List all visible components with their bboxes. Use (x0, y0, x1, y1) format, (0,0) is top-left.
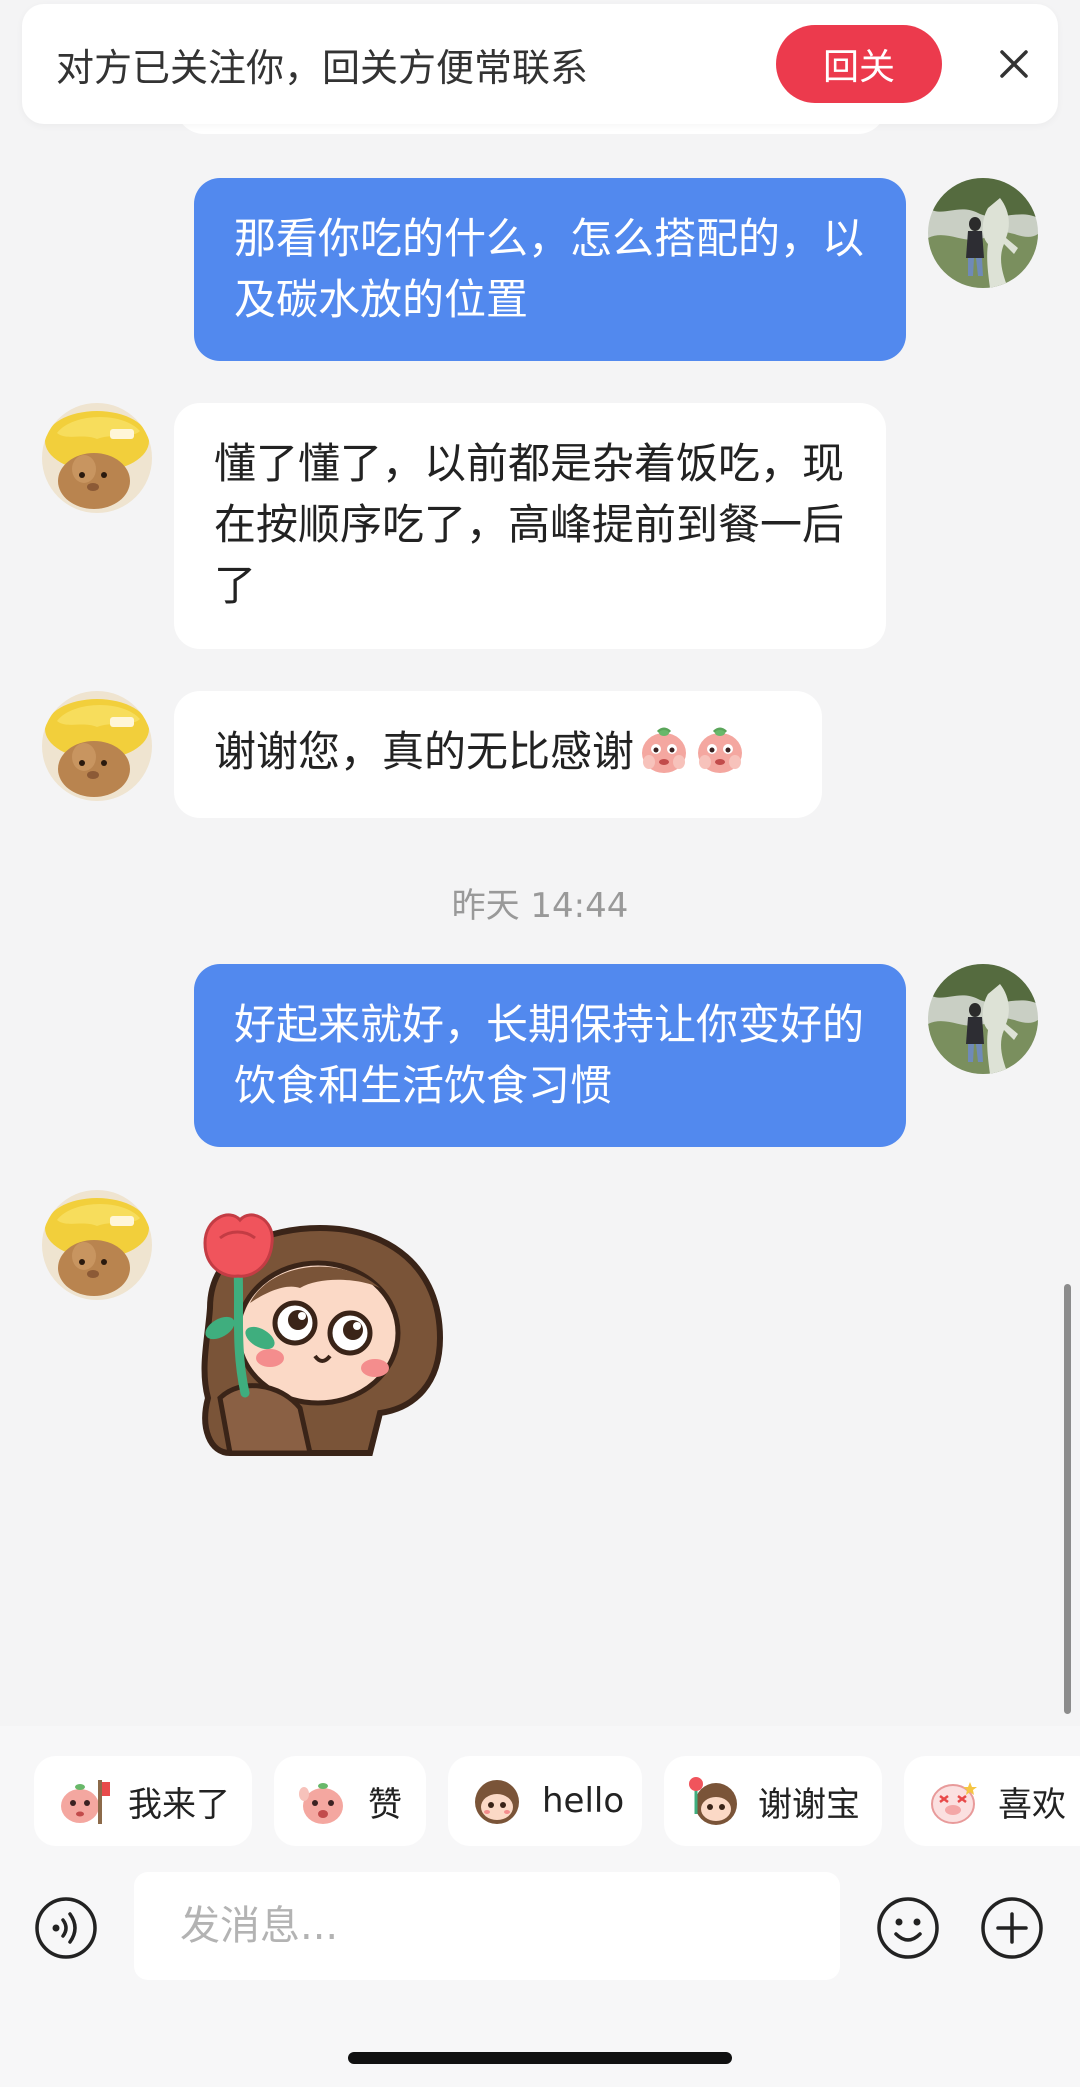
message-bubble-outgoing[interactable]: 那看你吃的什么，怎么搭配的，以及碳水放的位置 (194, 178, 906, 361)
quick-reply-chip[interactable]: hello (448, 1756, 642, 1846)
quick-reply-chip[interactable]: 喜欢 (904, 1756, 1080, 1846)
message-bubble-incoming[interactable]: 谢谢您，真的无比感谢 (174, 691, 822, 818)
scrollbar[interactable] (1064, 1284, 1071, 1714)
message-text: 那看你吃的什么，怎么搭配的，以及碳水放的位置 (234, 214, 865, 324)
girl-holding-rose-sticker[interactable] (190, 1208, 460, 1468)
follow-back-banner: 对方已关注你，回关方便常联系 回关 (22, 4, 1058, 124)
peach-thumbs-sticker-icon (299, 1783, 343, 1824)
peach-flag-sticker-icon (61, 1780, 110, 1824)
quick-reply-stickers: 我来了 赞 hello 谢谢宝 喜欢 (0, 1756, 1080, 1846)
message-text: 懂了懂了，以前都是杂着饭吃，现在按顺序吃了，高峰提前到餐一后了 (214, 439, 845, 610)
message-bubble-outgoing[interactable]: 好起来就好，长期保持让你变好的饮食和生活饮食习惯 (194, 964, 906, 1147)
message-timestamp: 昨天 14:44 (451, 886, 629, 926)
quick-reply-label: hello (542, 1781, 625, 1821)
quick-reply-label: 赞 (368, 1784, 402, 1825)
close-icon[interactable] (994, 44, 1034, 84)
peer-avatar[interactable] (42, 1190, 152, 1300)
quick-reply-label: 喜欢 (998, 1784, 1066, 1825)
pig-love-sticker-icon (931, 1782, 977, 1824)
peach-face-emoji (638, 724, 690, 776)
follow-back-button[interactable]: 回关 (776, 25, 942, 103)
message-text: 好起来就好，长期保持让你变好的饮食和生活饮食习惯 (234, 1000, 865, 1110)
banner-text: 对方已关注你，回关方便常联系 (56, 45, 589, 90)
quick-reply-label: 我来了 (128, 1784, 230, 1825)
smiley-icon[interactable] (876, 1896, 940, 1960)
quick-reply-label: 谢谢宝 (758, 1784, 860, 1825)
peer-avatar[interactable] (42, 691, 152, 801)
my-avatar[interactable] (928, 964, 1038, 1074)
monkey-rose-sticker-icon (689, 1777, 737, 1825)
peer-avatar[interactable] (42, 403, 152, 513)
home-indicator (348, 2052, 732, 2064)
quick-reply-chip[interactable]: 赞 (274, 1756, 426, 1846)
peach-face-emoji (694, 724, 746, 776)
my-avatar[interactable] (928, 178, 1038, 288)
monkey-wave-sticker-icon (475, 1780, 519, 1824)
quick-reply-chip[interactable]: 我来了 (34, 1756, 252, 1846)
message-input[interactable] (134, 1872, 840, 1980)
voice-icon[interactable] (34, 1896, 98, 1960)
message-bubble-incoming[interactable]: 懂了懂了，以前都是杂着饭吃，现在按顺序吃了，高峰提前到餐一后了 (174, 403, 886, 649)
message-text: 谢谢您，真的无比感谢 (214, 727, 635, 776)
plus-icon[interactable] (980, 1896, 1044, 1960)
quick-reply-chip[interactable]: 谢谢宝 (664, 1756, 882, 1846)
